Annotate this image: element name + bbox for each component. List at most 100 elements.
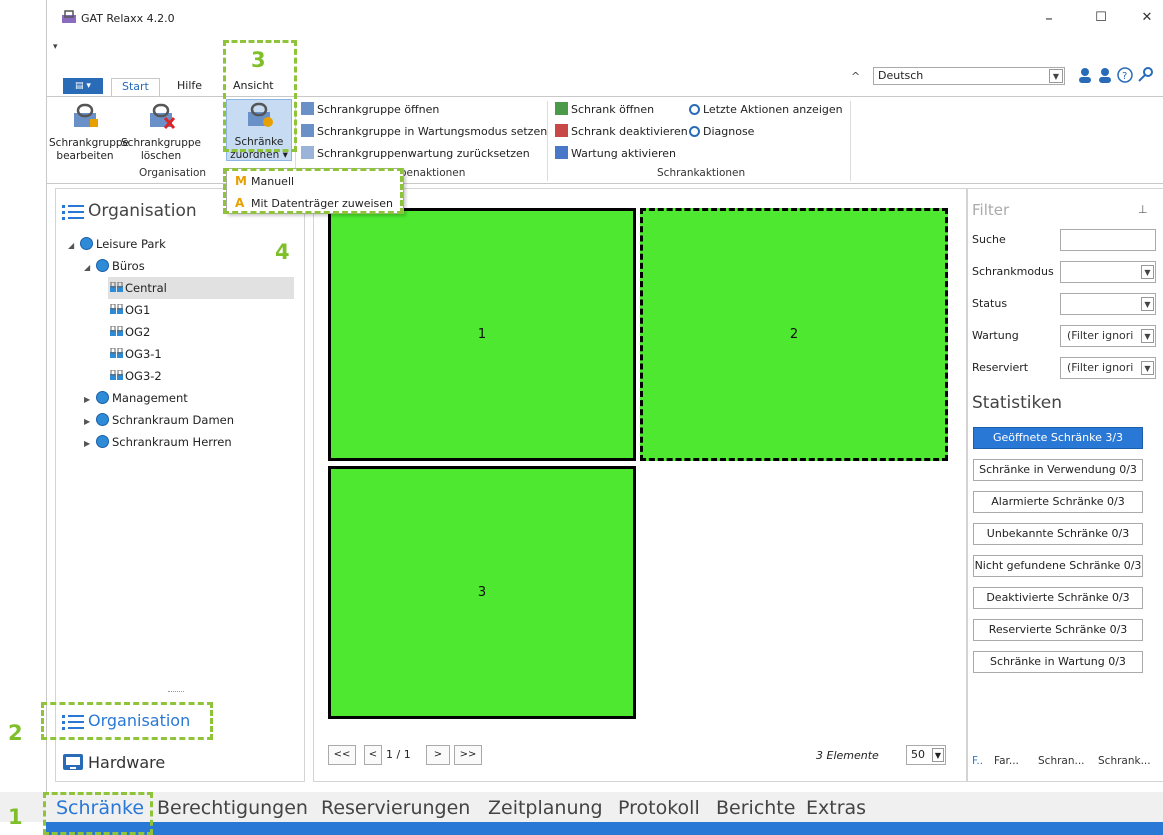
- stat-button[interactable]: Unbekannte Schränke 0/3: [973, 523, 1143, 545]
- filter-select[interactable]: ▼: [1060, 261, 1156, 283]
- tree-item-label: Schrankraum Herren: [112, 435, 232, 449]
- nav-berechtigungen[interactable]: Berechtigungen: [157, 797, 308, 819]
- chevron-down-icon: ▼: [932, 748, 944, 762]
- list-icon: [62, 205, 84, 220]
- tree-item[interactable]: OG1: [56, 299, 296, 321]
- filter-label: Suche: [972, 233, 1006, 246]
- page-size-select[interactable]: 50 ▼: [906, 745, 946, 765]
- tree-item[interactable]: Central: [108, 277, 294, 299]
- delete-locker-group-button[interactable]: Schrankgruppe löschen: [121, 101, 201, 163]
- panel-tab-schrank[interactable]: Schran...: [1038, 755, 1085, 767]
- close-button[interactable]: ✕: [1137, 8, 1157, 28]
- filter-value: (Filter ignori: [1067, 329, 1134, 342]
- panel-tab-filter[interactable]: F..: [972, 755, 983, 767]
- ribbon: Schrankgruppe bearbeiten Schrankgruppe l…: [47, 96, 1163, 184]
- stat-button[interactable]: Schränke in Verwendung 0/3: [973, 459, 1143, 481]
- collapse-arrow-icon[interactable]: ◢: [84, 257, 96, 279]
- nav-hardware[interactable]: Hardware: [56, 749, 304, 779]
- stat-button[interactable]: Alarmierte Schränke 0/3: [973, 491, 1143, 513]
- filter-label: Status: [972, 297, 1008, 310]
- stat-button[interactable]: Geöffnete Schränke 3/3: [973, 427, 1143, 449]
- splitter-handle[interactable]: [168, 691, 184, 693]
- app-icon: [62, 10, 76, 23]
- nav-extras[interactable]: Extras: [806, 797, 866, 819]
- group-icon: [96, 259, 109, 272]
- user-settings-icon[interactable]: [1097, 67, 1113, 83]
- pager-prev-button[interactable]: <: [364, 745, 382, 765]
- filter-select[interactable]: (Filter ignori ▼: [1060, 357, 1156, 379]
- stat-button[interactable]: Nicht gefundene Schränke 0/3: [973, 555, 1143, 577]
- tree-item[interactable]: ▶ Schrankraum Herren: [56, 431, 296, 453]
- show-last-actions-button[interactable]: Letzte Aktionen anzeigen: [689, 101, 843, 119]
- tree-item[interactable]: ▶ Schrankraum Damen: [56, 409, 296, 431]
- file-menu-button[interactable]: ▤ ▾: [63, 78, 103, 94]
- pager-last-button[interactable]: >>: [454, 745, 482, 765]
- reset-group-maintenance-button[interactable]: Schrankgruppenwartung zurücksetzen: [301, 145, 530, 163]
- locker-tile[interactable]: 3: [328, 466, 636, 719]
- group-icon: [80, 237, 93, 250]
- ribbon-collapse-button[interactable]: ^: [851, 70, 860, 83]
- callout-box-1: [43, 792, 153, 835]
- quick-access-toolbar[interactable]: ▾: [53, 42, 58, 52]
- tree-item[interactable]: ▶ Management: [56, 387, 296, 409]
- pin-icon[interactable]: ⊥: [1138, 203, 1148, 216]
- key-icon[interactable]: [1137, 67, 1153, 83]
- nav-zeitplanung[interactable]: Zeitplanung: [488, 797, 603, 819]
- locker-tile[interactable]: 1: [328, 208, 636, 461]
- maximize-button[interactable]: ☐: [1091, 8, 1111, 28]
- expand-arrow-icon[interactable]: ▶: [84, 411, 96, 433]
- status-bar: [46, 822, 1163, 835]
- maintenance-locker-group-label: Schrankgruppe in Wartungsmodus setzen: [317, 125, 548, 138]
- filter-select[interactable]: ▼: [1060, 293, 1156, 315]
- locker-number: 3: [477, 585, 487, 600]
- delete-locker-group-label-1: Schrankgruppe: [121, 137, 202, 149]
- tree-item[interactable]: OG3-1: [56, 343, 296, 365]
- chevron-down-icon: ▼: [1141, 361, 1154, 375]
- nav-berichte[interactable]: Berichte: [716, 797, 795, 819]
- deactivate-locker-button[interactable]: Schrank deaktivieren: [555, 123, 688, 141]
- diagnose-button[interactable]: Diagnose: [689, 123, 754, 141]
- open-locker-group-label: Schrankgruppe öffnen: [317, 103, 440, 116]
- search-input[interactable]: [1060, 229, 1156, 251]
- help-icon[interactable]: ?: [1117, 67, 1133, 83]
- tree-item[interactable]: ◢ Leisure Park: [56, 233, 296, 255]
- delete-locker-group-label-2: löschen: [140, 150, 182, 162]
- maintenance-locker-group-button[interactable]: Schrankgruppe in Wartungsmodus setzen: [301, 123, 547, 141]
- activate-maintenance-button[interactable]: Wartung aktivieren: [555, 145, 676, 163]
- open-locker-button[interactable]: Schrank öffnen: [555, 101, 654, 119]
- tab-start[interactable]: Start: [111, 78, 160, 97]
- group-open-icon: [301, 102, 314, 115]
- expand-arrow-icon[interactable]: ▶: [84, 433, 96, 455]
- tree-item[interactable]: OG2: [56, 321, 296, 343]
- nav-hardware-label: Hardware: [88, 753, 166, 772]
- stats-title: Statistiken: [972, 393, 1062, 413]
- tree-item[interactable]: ◢ Büros: [56, 255, 296, 277]
- stat-button[interactable]: Reservierte Schränke 0/3: [973, 619, 1143, 641]
- show-last-actions-label: Letzte Aktionen anzeigen: [703, 103, 843, 116]
- minimize-button[interactable]: –: [1039, 8, 1059, 28]
- nav-protokoll[interactable]: Protokoll: [618, 797, 700, 819]
- open-locker-group-button[interactable]: Schrankgruppe öffnen: [301, 101, 439, 119]
- edit-locker-group-button[interactable]: Schrankgruppe bearbeiten: [49, 101, 129, 163]
- filter-label: Reserviert: [972, 361, 1029, 374]
- panel-tab-farben[interactable]: Far...: [994, 755, 1019, 767]
- stat-button[interactable]: Deaktivierte Schränke 0/3: [973, 587, 1143, 609]
- collapse-arrow-icon[interactable]: ◢: [68, 235, 80, 257]
- filter-select[interactable]: (Filter ignori ▼: [1060, 325, 1156, 347]
- nav-reservierungen[interactable]: Reservierungen: [321, 797, 470, 819]
- expand-arrow-icon[interactable]: ▶: [84, 389, 96, 411]
- pager-next-button[interactable]: >: [426, 745, 450, 765]
- language-select[interactable]: Deutsch ▼: [873, 67, 1065, 85]
- callout-box-4: [223, 168, 403, 214]
- locker-tile[interactable]: 2: [640, 208, 948, 461]
- tree-item-label: Büros: [112, 259, 145, 273]
- pager-first-button[interactable]: <<: [328, 745, 356, 765]
- user-icon[interactable]: [1077, 67, 1093, 83]
- tree-item-label: OG1: [125, 303, 151, 317]
- element-count: 3 Elemente: [816, 749, 879, 762]
- open-locker-label: Schrank öffnen: [571, 103, 655, 116]
- stat-button[interactable]: Schränke in Wartung 0/3: [973, 651, 1143, 673]
- tree-item[interactable]: OG3-2: [56, 365, 296, 387]
- panel-tab-schrank-2[interactable]: Schrank...: [1098, 755, 1151, 767]
- tab-hilfe[interactable]: Hilfe: [167, 78, 212, 96]
